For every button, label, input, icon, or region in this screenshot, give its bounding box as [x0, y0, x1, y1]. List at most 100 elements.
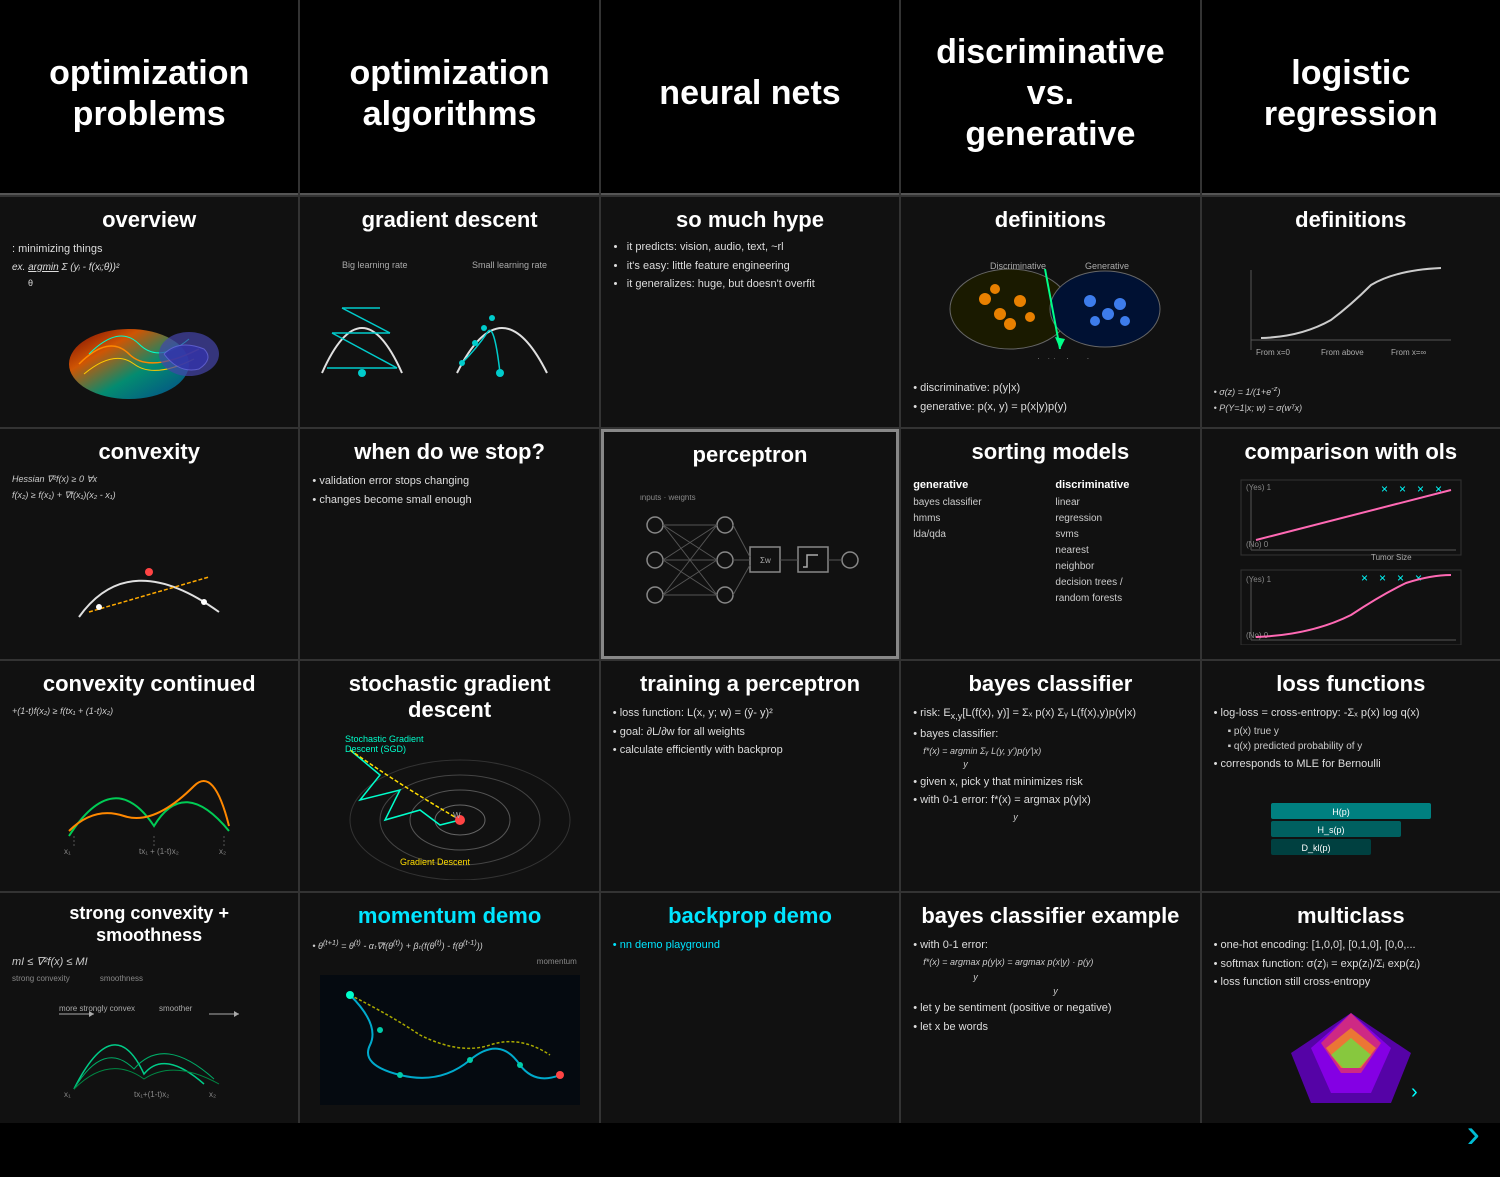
- sgd-title: stochastic gradient descent: [312, 671, 586, 724]
- be-y1: y: [973, 971, 1187, 985]
- cell-disc-gen-def: definitions: [901, 197, 1199, 427]
- convexity-cont-formula: +(1-t)f(x₂) ≥ f(tx₁ + (1-t)x₂): [12, 705, 286, 719]
- strong-convexity-visual: x₁ tx₁+(1-t)x₂ x₂ more strongly convex s…: [12, 985, 286, 1113]
- momentum-visual: [312, 968, 586, 1113]
- svg-text:Small learning rate: Small learning rate: [472, 260, 547, 270]
- main-grid: optimization problems optimization algor…: [0, 0, 1500, 1123]
- svg-text:×: ×: [1399, 482, 1406, 496]
- svg-text:tx₁+(1-t)x₂: tx₁+(1-t)x₂: [134, 1090, 169, 1099]
- header-title-5: logistic regression: [1222, 53, 1480, 135]
- svg-text:Tumor Size: Tumor Size: [1371, 553, 1412, 562]
- bc-argmax-y: y: [1013, 811, 1187, 825]
- ols-visual: (Yes) 1 (No) 0 × × × × Tumor Size (Yes) …: [1214, 471, 1488, 649]
- overview-line1: : minimizing things: [12, 241, 286, 258]
- strong-convexity-body: mI ≤ ∇²f(x) ≤ MI strong convexity smooth…: [12, 952, 286, 985]
- sorting-models-title: sorting models: [913, 439, 1187, 465]
- svg-text:(No) 0: (No) 0: [1246, 631, 1269, 640]
- lf-qx: ▪ q(x) predicted probability of y: [1228, 739, 1488, 754]
- tp-bullet-2: goal: ∂L/∂w for all weights: [613, 724, 887, 741]
- cell-stop: when do we stop? validation error stops …: [300, 429, 598, 659]
- loss-functions-body: log-loss = cross-entropy: -Σₓ p(x) log q…: [1214, 703, 1488, 774]
- svg-text:H(p): H(p): [1332, 807, 1350, 817]
- logreg-formulas: • σ(z) = 1/(1+e-z) • P(Y=1|x; w) = σ(wᵀx…: [1214, 381, 1488, 417]
- cell-bayes-classifier: bayes classifier risk: Ex,y[L(f(x), y)] …: [901, 661, 1199, 891]
- sorting-disc-items: linearregressionsvmsnearestneighbordecis…: [1055, 495, 1187, 607]
- svg-text:(No) 0: (No) 0: [1246, 540, 1269, 549]
- svg-text:W: W: [453, 811, 461, 820]
- lf-bullet-2: corresponds to MLE for Bernoulli: [1214, 756, 1488, 773]
- svg-text:decision boundary: decision boundary: [1035, 357, 1100, 359]
- logreg-prob: • P(Y=1|x; w) = σ(wᵀx): [1214, 402, 1488, 416]
- be-bullet-2: let y be sentiment (positive or negative…: [913, 1000, 1187, 1017]
- perceptron-visual: Σw inputs · weights: [616, 474, 884, 646]
- multiclass-visual: ›: [1214, 993, 1488, 1113]
- svg-text:From x=∞: From x=∞: [1391, 348, 1427, 357]
- stop-bullet-2: changes become small enough: [312, 492, 586, 509]
- next-arrow[interactable]: ›: [1467, 1112, 1480, 1157]
- momentum-demo-title: momentum demo: [312, 903, 586, 929]
- momentum-formula: • θ(t+1) = θ(t) - αₜ∇f(θ(t)) + βₜ(f(θ(t)…: [312, 935, 586, 968]
- convexity-cont-svg: x₁ tx₁ + (1-t)x₂ x₂: [54, 746, 244, 856]
- backprop-link[interactable]: nn demo playground: [613, 937, 887, 954]
- cell-overview: overview : minimizing things ex. argmin …: [0, 197, 298, 427]
- be-bullet-1: with 0-1 error:: [913, 937, 1187, 954]
- momentum-svg: [320, 975, 580, 1105]
- backprop-demo-title: backprop demo: [613, 903, 887, 929]
- bc-bullet-1: risk: Ex,y[L(f(x), y)] = Σₓ p(x) Σᵧ L(f(…: [913, 705, 1187, 724]
- hype-title: so much hype: [613, 207, 887, 233]
- hype-body: it predicts: vision, audio, text, ~rl it…: [613, 239, 887, 295]
- svg-text:inputs · weights: inputs · weights: [640, 495, 696, 502]
- multiclass-body: one-hot encoding: [1,0,0], [0,1,0], [0,0…: [1214, 935, 1488, 993]
- convexity-svg: [59, 527, 239, 627]
- svg-text:x₂: x₂: [209, 1090, 216, 1099]
- stop-body: validation error stops changing changes …: [312, 471, 586, 510]
- header-title-3: neural nets: [659, 73, 840, 114]
- convexity-cont-body: +(1-t)f(x₂) ≥ f(tx₁ + (1-t)x₂): [12, 703, 286, 721]
- be-y2: y: [1053, 985, 1187, 999]
- overview-theta: θ: [28, 277, 286, 291]
- svg-text:×: ×: [1361, 571, 1368, 585]
- svg-text:Discriminative: Discriminative: [990, 261, 1046, 271]
- convexity-cont-title: convexity continued: [12, 671, 286, 697]
- disc-gen-def-title: definitions: [913, 207, 1187, 233]
- svg-text:x₁: x₁: [64, 847, 71, 856]
- bayes-example-body: with 0-1 error: f*(x) = argmax p(y|x) = …: [913, 935, 1187, 1037]
- svg-text:From above: From above: [1321, 348, 1364, 357]
- cell-perceptron: perceptron: [601, 429, 899, 659]
- lf-bullet-1: log-loss = cross-entropy: -Σₓ p(x) log q…: [1214, 705, 1488, 722]
- convexity-cont-visual: x₁ tx₁ + (1-t)x₂ x₂: [12, 721, 286, 881]
- perceptron-title: perceptron: [616, 442, 884, 468]
- header-col2: optimization algorithms: [300, 0, 598, 195]
- svg-text:(Yes) 1: (Yes) 1: [1246, 575, 1272, 584]
- training-perceptron-body: loss function: L(x, y; w) = (ŷ- y)² goal…: [613, 703, 887, 761]
- cell-multiclass: multiclass one-hot encoding: [1,0,0], [0…: [1202, 893, 1500, 1123]
- be-bullet-3: let x be words: [913, 1019, 1187, 1036]
- svg-text:×: ×: [1417, 482, 1424, 496]
- cell-bayes-example: bayes classifier example with 0-1 error:…: [901, 893, 1199, 1123]
- cell-gradient-descent: gradient descent Big learning rate Small…: [300, 197, 598, 427]
- convexity-visual: [12, 504, 286, 649]
- sorting-gen-items: bayes classifierhmmslda/qda: [913, 495, 1045, 543]
- strong-convexity-svg: x₁ tx₁+(1-t)x₂ x₂ more strongly convex s…: [54, 999, 244, 1099]
- svg-text:›: ›: [1411, 1081, 1418, 1103]
- sc-formula: mI ≤ ∇²f(x) ≤ MI: [12, 954, 286, 971]
- gradient-descent-title: gradient descent: [312, 207, 586, 233]
- convexity-title: convexity: [12, 439, 286, 465]
- bayes-classifier-title: bayes classifier: [913, 671, 1187, 697]
- overview-body: : minimizing things ex. argmin Σ (yᵢ - f…: [12, 239, 286, 290]
- gen-bullet: generative: p(x, y) = p(x|y)p(y): [913, 399, 1187, 416]
- svg-text:Gradient Descent: Gradient Descent: [400, 857, 471, 867]
- bayes-classifier-body: risk: Ex,y[L(f(x), y)] = Σₓ p(x) Σᵧ L(f(…: [913, 703, 1187, 824]
- training-perceptron-title: training a perceptron: [613, 671, 887, 697]
- disc-gen-svg: Discriminative Generative decision bound…: [930, 259, 1170, 359]
- sgd-visual: Stochastic Gradient Descent (SGD) Gradie…: [312, 730, 586, 881]
- overview-formula: ex. argmin Σ (yᵢ - f(xᵢ;θ))²: [12, 260, 286, 275]
- disc-bullet: discriminative: p(y|x): [913, 380, 1187, 397]
- bc-bullet-4: with 0-1 error: f*(x) = argmax p(y|x): [913, 792, 1187, 809]
- svg-text:From x=0: From x=0: [1256, 348, 1291, 357]
- logreg-visual: From x=0 From x=∞ From above: [1214, 239, 1488, 381]
- mc-bullet-2: softmax function: σ(z)ᵢ = exp(zᵢ)/Σⱼ exp…: [1214, 956, 1488, 973]
- cell-strong-convexity: strong convexity + smoothness mI ≤ ∇²f(x…: [0, 893, 298, 1123]
- hype-bullet-1: it predicts: vision, audio, text, ~rl: [627, 239, 887, 256]
- perceptron-svg: Σw inputs · weights: [635, 495, 865, 625]
